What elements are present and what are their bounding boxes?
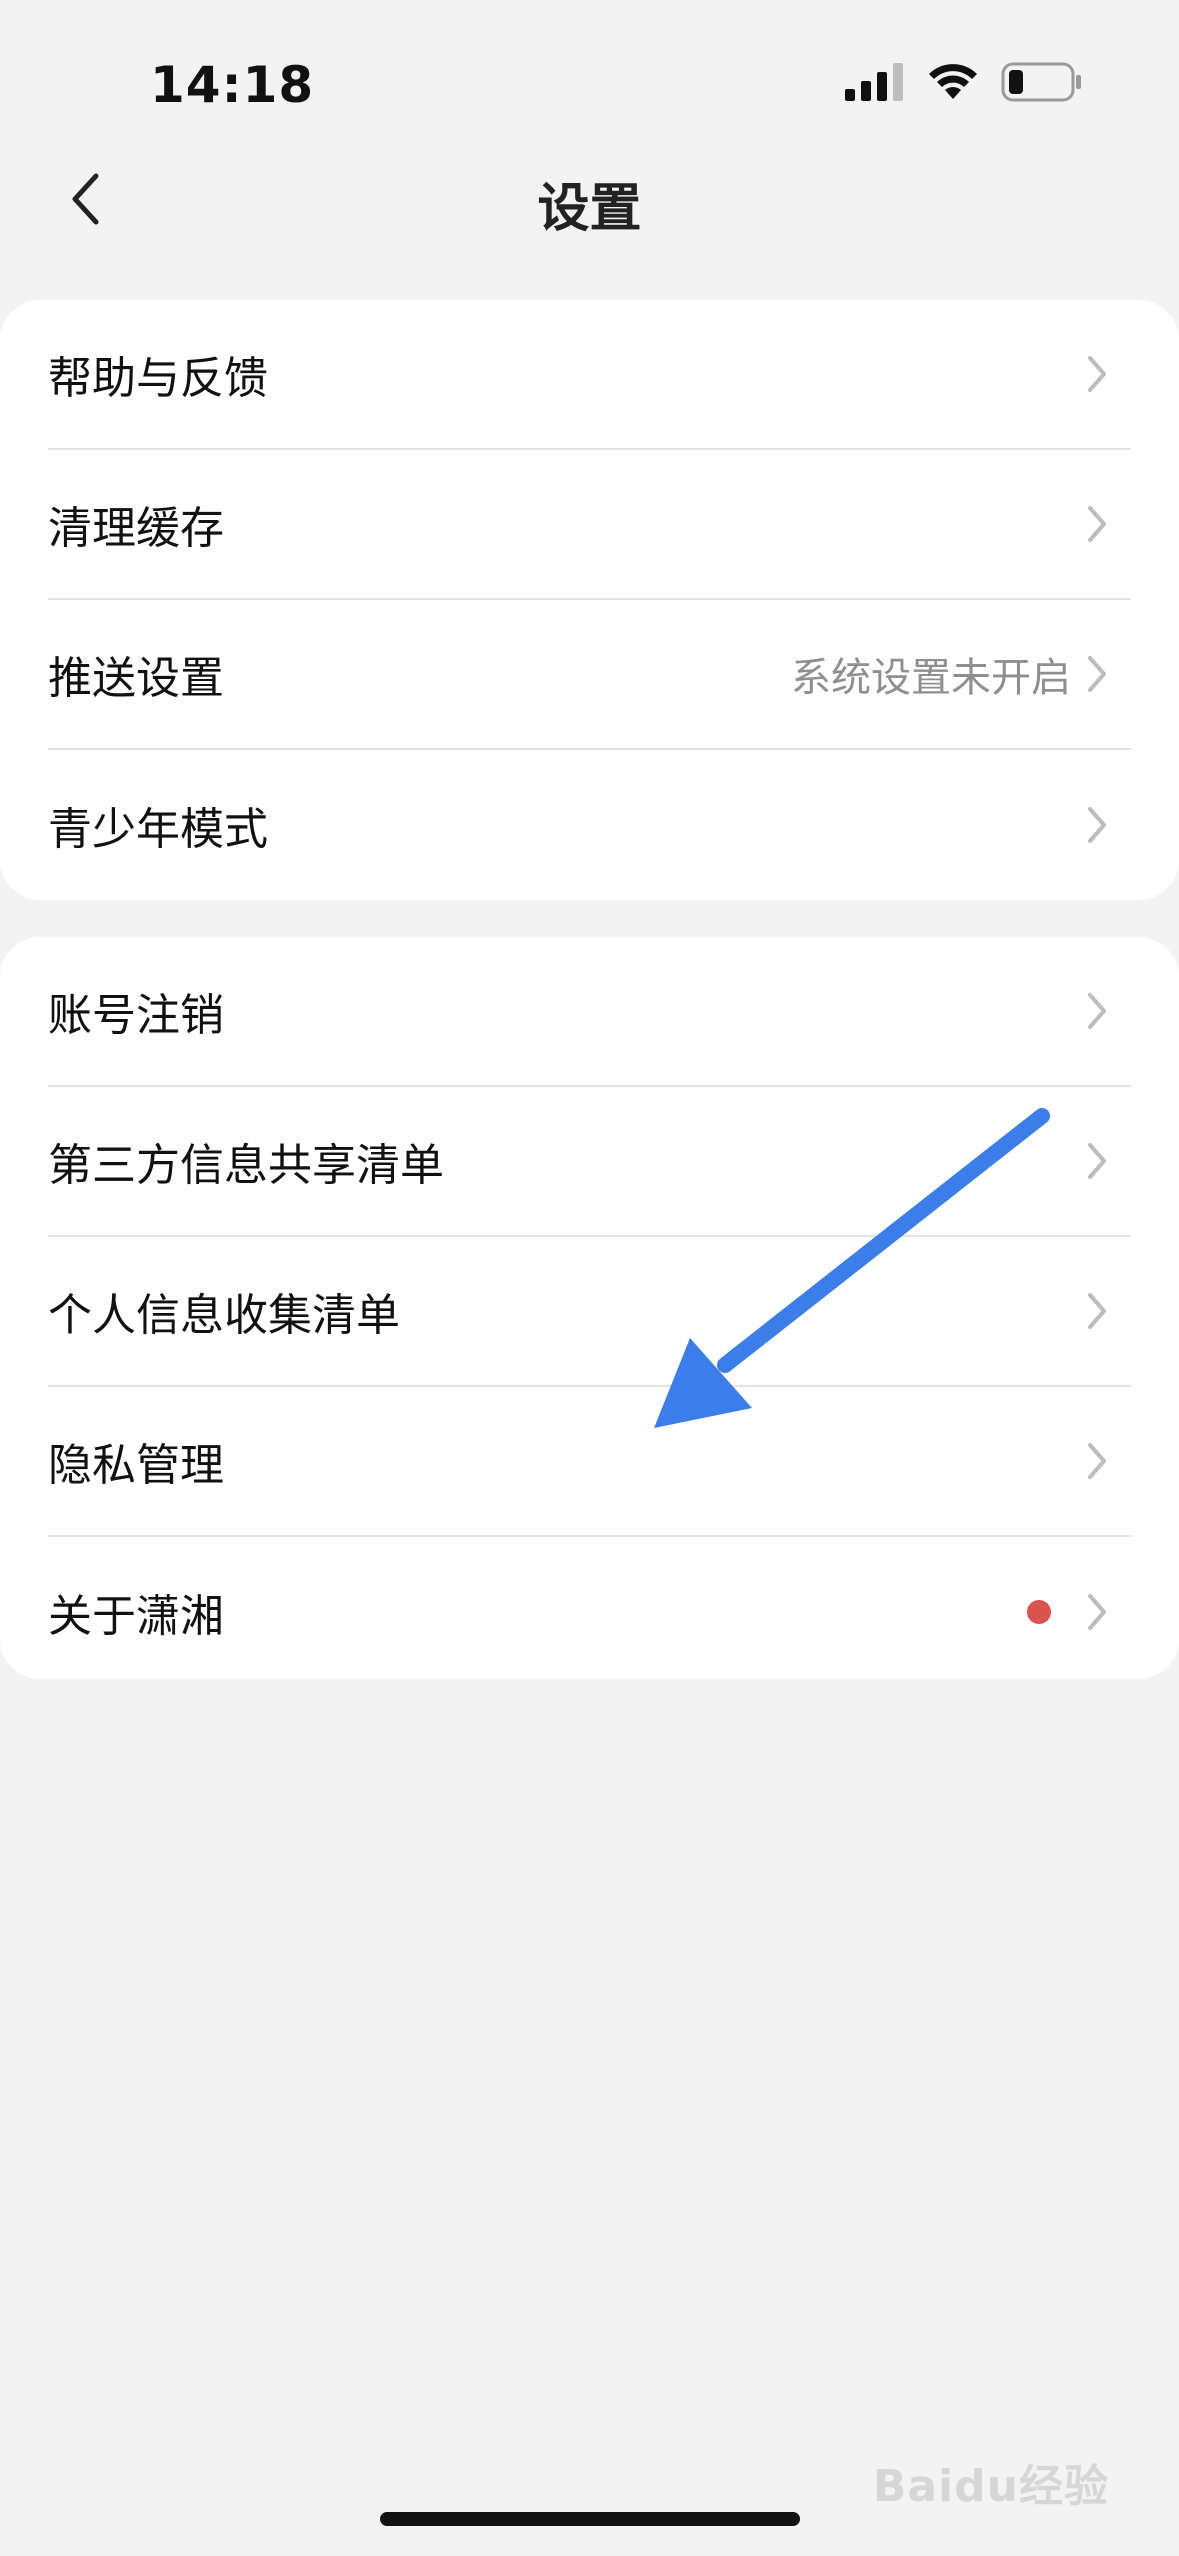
status-icons bbox=[845, 62, 1083, 102]
wifi-icon bbox=[929, 64, 977, 99]
chevron-right-icon bbox=[1088, 993, 1106, 1029]
watermark: Baidu经验 bbox=[872, 2461, 1109, 2512]
settings-item-label: 帮助与反馈 bbox=[48, 353, 268, 404]
settings-group-account-privacy: 账号注销 第三方信息共享清单 个人信息收集清单 隐私管理 关于潇湘 bbox=[0, 937, 1179, 1679]
settings-item-label: 清理缓存 bbox=[48, 503, 224, 554]
chevron-right-icon bbox=[1088, 1143, 1106, 1179]
chevron-right-icon bbox=[1088, 1594, 1106, 1630]
settings-item-label: 青少年模式 bbox=[48, 804, 268, 855]
push-status-value: 系统设置未开启 bbox=[791, 655, 1071, 701]
settings-item-teen-mode[interactable]: 青少年模式 bbox=[48, 750, 1131, 900]
settings-item-account-deletion[interactable]: 账号注销 bbox=[48, 937, 1131, 1087]
status-time: 14:18 bbox=[150, 56, 315, 114]
settings-item-label: 第三方信息共享清单 bbox=[48, 1140, 444, 1191]
battery-icon bbox=[1001, 62, 1081, 102]
chevron-right-icon bbox=[1088, 356, 1106, 392]
home-indicator[interactable] bbox=[380, 2512, 800, 2526]
settings-item-label: 个人信息收集清单 bbox=[48, 1290, 400, 1341]
chevron-right-icon bbox=[1088, 1443, 1106, 1479]
chevron-right-icon bbox=[1088, 656, 1106, 692]
settings-group-general: 帮助与反馈 清理缓存 推送设置 系统设置未开启 青少年模式 bbox=[0, 300, 1179, 900]
navigation-bar: 设置 bbox=[0, 150, 1179, 250]
settings-item-about[interactable]: 关于潇湘 bbox=[48, 1537, 1131, 1679]
notification-dot bbox=[1027, 1600, 1051, 1624]
status-bar: 14:18 bbox=[0, 0, 1179, 150]
settings-item-label: 隐私管理 bbox=[48, 1440, 224, 1491]
settings-item-clear-cache[interactable]: 清理缓存 bbox=[48, 450, 1131, 600]
settings-item-help-feedback[interactable]: 帮助与反馈 bbox=[48, 300, 1131, 450]
chevron-right-icon bbox=[1088, 807, 1106, 843]
page-title: 设置 bbox=[537, 179, 642, 239]
chevron-right-icon bbox=[1088, 506, 1106, 542]
settings-item-label: 账号注销 bbox=[48, 990, 224, 1041]
settings-screen: 14:18 设置 帮助与反馈 清理缓存 推送设置 系统设置未开启 青少年模式 账… bbox=[0, 0, 1179, 2556]
settings-item-push-settings[interactable]: 推送设置 系统设置未开启 bbox=[48, 600, 1131, 750]
cellular-signal-icon bbox=[845, 63, 903, 101]
settings-item-personal-info-collection-list[interactable]: 个人信息收集清单 bbox=[48, 1237, 1131, 1387]
settings-item-label: 推送设置 bbox=[48, 653, 224, 704]
settings-item-third-party-sharing-list[interactable]: 第三方信息共享清单 bbox=[48, 1087, 1131, 1237]
settings-item-label: 关于潇湘 bbox=[48, 1591, 224, 1642]
settings-item-privacy-management[interactable]: 隐私管理 bbox=[48, 1387, 1131, 1537]
chevron-right-icon bbox=[1088, 1293, 1106, 1329]
